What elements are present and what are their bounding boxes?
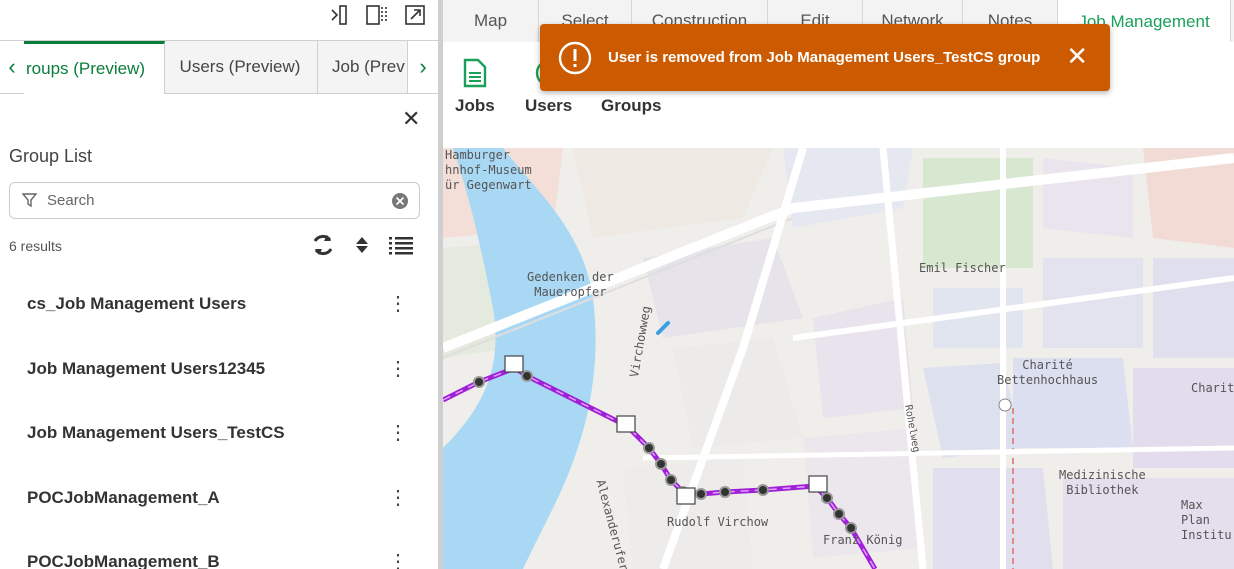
group-name: POCJobManagement_A [27,487,220,507]
tab-groups[interactable]: roups (Preview) [24,41,165,94]
refresh-icon[interactable] [310,232,336,258]
list-item[interactable]: cs_Job Management Users ⋮ [0,272,438,337]
map-label: Medizinische Bibliothek [1059,468,1146,497]
groups-button-label: Groups [601,96,662,115]
group-name: POCJobManagement_B [27,552,220,569]
group-name: Job Management Users_TestCS [27,423,285,443]
map-canvas [443,148,1234,569]
sort-icon[interactable] [354,235,370,255]
map-view[interactable]: Hamburger hnhof-Museum ür Gegenwart Gedenk… [443,148,1234,569]
tab-jobs-label: Job (Prev [332,57,405,76]
jobs-button-label: Jobs [455,96,495,115]
close-toast-icon[interactable]: ✕ [1066,43,1088,69]
tab-users[interactable]: Users (Preview) [163,41,318,93]
list-item[interactable]: POCJobManagement_A ⋮ [0,466,438,531]
map-label: Charité Bettenhochhaus [997,358,1099,387]
filter-icon [22,193,37,208]
group-name: Job Management Users12345 [27,358,266,378]
popout-icon[interactable] [404,4,426,26]
warning-icon [558,41,592,75]
tab-jobs[interactable]: Job (Prev [318,41,408,93]
search-box [9,182,420,219]
jobs-button[interactable]: Jobs [455,58,495,116]
map-label: Franz König [823,533,903,547]
tab-users-label: Users (Preview) [179,57,301,76]
tab-groups-label: roups (Preview) [26,59,146,78]
list-item[interactable]: Job Management Users_TestCS ⋮ [0,401,438,466]
tab-map[interactable]: Map [443,0,539,42]
toast-message: User is removed from Job Management User… [608,49,1041,66]
list-tools [310,232,414,258]
results-count: 6 results [9,238,62,254]
panel-toolbar [328,4,426,26]
more-options-icon[interactable]: ⋮ [388,359,408,379]
more-options-icon[interactable]: ⋮ [388,552,408,569]
tab-scroll-right-icon[interactable]: › [408,41,438,93]
panel-tabs: ‹ roups (Preview) Users (Preview) Job (P… [0,40,438,94]
search-input[interactable] [45,191,391,210]
list-view-icon[interactable] [388,235,414,255]
map-label: Emil Fischer [919,261,1006,275]
map-label: Gedenken der Maueropfer [527,270,614,299]
users-button-label: Users [525,96,573,115]
map-label: Charite [1191,381,1234,395]
group-list: cs_Job Management Users ⋮ Job Management… [0,272,438,569]
map-label: Max Plan Institu [1181,498,1232,542]
clear-search-icon[interactable] [391,192,409,210]
tab-scroll-left-icon[interactable]: ‹ [0,41,24,93]
close-icon[interactable]: ✕ [402,106,420,132]
map-label: Hamburger hnhof-Museum ür Gegenwart [445,148,532,192]
document-icon [463,58,487,88]
group-list-panel: ‹ roups (Preview) Users (Preview) Job (P… [0,0,438,569]
notification-toast: User is removed from Job Management User… [540,24,1110,91]
list-item[interactable]: POCJobManagement_B ⋮ [0,530,438,569]
tab-label: Map [473,11,508,30]
more-options-icon[interactable]: ⋮ [388,423,408,443]
map-label: Rudolf Virchow [667,515,769,529]
more-options-icon[interactable]: ⋮ [388,488,408,508]
dock-icon[interactable] [328,4,350,26]
group-name: cs_Job Management Users [27,294,247,314]
page-title: Group List [9,146,93,166]
split-view-icon[interactable] [366,4,388,26]
list-item[interactable]: Job Management Users12345 ⋮ [0,337,438,402]
more-options-icon[interactable]: ⋮ [388,294,408,314]
